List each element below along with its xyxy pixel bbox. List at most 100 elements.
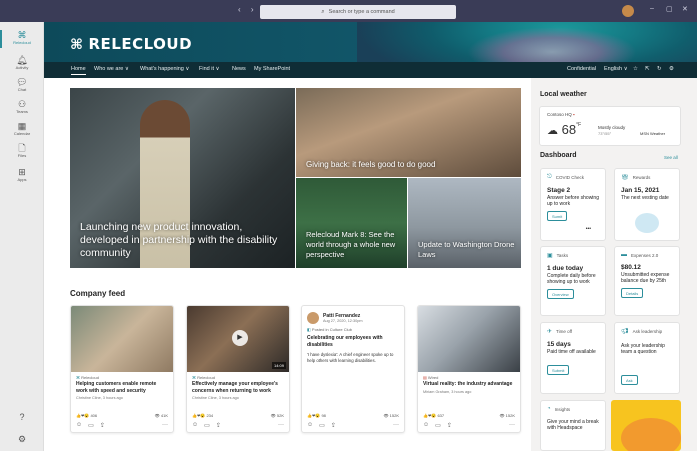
- help-button[interactable]: ?: [0, 412, 44, 422]
- feed-card[interactable]: ⌘ Relecloud Helping customers enable rem…: [70, 305, 174, 433]
- history-nav[interactable]: ‹ ›: [238, 5, 258, 14]
- tile-covid-check[interactable]: ⎋ COVID Check Stage 2 Answer before showi…: [540, 168, 606, 241]
- share-icon[interactable]: ⇪: [447, 422, 452, 429]
- more-icon[interactable]: ···: [393, 422, 399, 429]
- insights-icon: ◔: [547, 406, 551, 412]
- card-title[interactable]: Celebrating our employees with disabilit…: [307, 335, 399, 348]
- comment-icon[interactable]: ▭: [319, 422, 325, 429]
- file-icon: 🗋: [18, 143, 26, 153]
- comment-icon[interactable]: ▭: [435, 422, 441, 429]
- chat-icon: 💬︎: [16, 77, 28, 87]
- tile-header: 📢︎ Ask leadership: [621, 328, 673, 335]
- card-reactions: 👍❤😮 234: [192, 413, 213, 418]
- headspace-illustration[interactable]: [611, 400, 681, 451]
- tile-text: The next vesting date: [621, 195, 669, 201]
- hero-main[interactable]: Launching new product innovation, develo…: [70, 88, 295, 268]
- tile-button[interactable]: Sumit: [547, 211, 568, 221]
- share-icon[interactable]: ⇪: [100, 422, 105, 429]
- rail-item-chat[interactable]: 💬︎ Chat: [0, 77, 44, 92]
- tile-header: ⎋ COVID Check: [547, 174, 599, 181]
- card-video[interactable]: ▶ 14:09: [187, 306, 289, 372]
- rail-item-teams[interactable]: ⚇ Teams: [0, 99, 44, 114]
- share-icon[interactable]: ⇪: [331, 422, 336, 429]
- card-views: 👁 52K: [271, 413, 284, 418]
- tasks-icon: ▣: [547, 253, 553, 259]
- video-duration: 14:09: [271, 362, 286, 369]
- nav-whats-happening[interactable]: What's happening ∨: [140, 66, 189, 72]
- tile-expenses[interactable]: ▬ Expenses 2.0 $80.12 Unsubmitted expense…: [614, 246, 680, 316]
- rail-item-files[interactable]: 🗋 Files: [0, 143, 44, 158]
- close-icon[interactable]: ✕: [682, 5, 688, 13]
- language-select[interactable]: English ∨: [604, 66, 628, 72]
- rail-item-calendar[interactable]: ▦ Calendar: [0, 121, 44, 136]
- nav-news[interactable]: News: [232, 66, 246, 72]
- react-icon[interactable]: ☺: [76, 422, 82, 429]
- react-icon[interactable]: ☺: [192, 422, 198, 429]
- more-icon[interactable]: •••: [586, 226, 591, 232]
- avatar[interactable]: [622, 5, 634, 17]
- nav-who-we-are[interactable]: Who we are ∨: [94, 66, 129, 72]
- react-icon[interactable]: ☺: [423, 422, 429, 429]
- share-icon[interactable]: ⇱: [645, 66, 650, 72]
- sensitivity-label[interactable]: Confidential: [567, 66, 596, 72]
- view-count: 52K: [276, 413, 284, 418]
- play-icon[interactable]: ▶: [232, 330, 248, 346]
- nav-find-it[interactable]: Find it ∨: [199, 66, 220, 72]
- see-all-link[interactable]: See all: [664, 155, 678, 160]
- feed-card[interactable]: Patti Fernandez Aug 27, 2020, 12:30pm ◧ P…: [301, 305, 405, 433]
- rail-item-apps[interactable]: ⊞ Apps: [0, 167, 44, 182]
- card-stats: 👍❤😮 406 👁 41K: [76, 413, 168, 418]
- tile-text: Paid time off available: [547, 349, 596, 355]
- tile-time-off[interactable]: ✈ Time off 15 days Paid time off availabl…: [540, 322, 606, 394]
- nav-my-sharepoint[interactable]: My SharePoint: [254, 66, 290, 72]
- card-actions: ☺ ▭ ⇪ ···: [76, 422, 168, 429]
- feed-card[interactable]: ▤ Wired Virtual reality: the industry ad…: [417, 305, 521, 433]
- hero-bottom-left-caption: Relecloud Mark 8: See the world through …: [306, 230, 396, 259]
- nav-home[interactable]: Home: [71, 66, 86, 75]
- rail-label: Chat: [17, 87, 27, 92]
- site-logo[interactable]: ⌘ RELECLOUD: [70, 35, 192, 53]
- more-icon[interactable]: ···: [509, 422, 515, 429]
- tile-button[interactable]: Details: [621, 288, 644, 298]
- bell-icon: 🔔︎: [16, 55, 28, 65]
- feed-card[interactable]: ▶ 14:09 ⌘ Relecloud Effectively manage y…: [186, 305, 290, 433]
- rail-item-relecloud[interactable]: ⌘ Relecloud: [0, 30, 44, 48]
- tile-tasks[interactable]: ▣ Tasks 1 due today Complete daily before…: [540, 246, 606, 316]
- tile-button[interactable]: Submit: [547, 365, 570, 375]
- weather-card[interactable]: Contoso HQ ▪ ☁ 68°F Mostly cloudy 73°/55…: [539, 106, 681, 146]
- star-icon[interactable]: ☆: [633, 66, 638, 72]
- tile-button[interactable]: Overview: [547, 289, 574, 299]
- comment-icon[interactable]: ▭: [88, 422, 94, 429]
- card-source-label: Relecloud: [81, 375, 99, 380]
- tile-value: $80.12: [621, 264, 641, 271]
- tile-insights[interactable]: ◔ Insights Give your mind a break with He…: [540, 400, 606, 451]
- minimize-icon[interactable]: –: [650, 5, 654, 12]
- tile-rewards[interactable]: 🎁︎ Rewards Jan 15, 2021 The next vesting …: [614, 168, 680, 241]
- tile-ask-leadership[interactable]: 📢︎ Ask leadership Ask your leadership tea…: [614, 322, 680, 394]
- search-box[interactable]: ⌕ Search or type a command: [260, 5, 456, 19]
- weather-title: Local weather: [540, 91, 587, 98]
- card-poster: Patti Fernandez Aug 27, 2020, 12:30pm: [307, 312, 399, 324]
- hero-top-right[interactable]: Giving back: it feels good to do good: [296, 88, 521, 177]
- maximize-icon[interactable]: ▢: [666, 5, 673, 13]
- card-title[interactable]: Effectively manage your employee's conce…: [192, 381, 284, 394]
- react-icon[interactable]: ☺: [307, 422, 313, 429]
- settings-icon[interactable]: ⚙: [669, 66, 674, 72]
- rail-label: Apps: [17, 177, 27, 182]
- share-icon[interactable]: ⇪: [216, 422, 221, 429]
- more-icon[interactable]: ···: [162, 422, 168, 429]
- more-icon[interactable]: ···: [278, 422, 284, 429]
- comment-icon[interactable]: ▭: [204, 422, 210, 429]
- tile-app: Insights: [554, 406, 571, 412]
- card-title[interactable]: Helping customers enable remote work wit…: [76, 381, 168, 394]
- rail-item-activity[interactable]: 🔔︎ Activity: [0, 55, 44, 70]
- refresh-icon[interactable]: ↻: [657, 66, 662, 72]
- hero-bottom-right[interactable]: Update to Washington Drone Laws: [408, 178, 521, 268]
- news-icon: ▤: [423, 375, 427, 380]
- tile-button[interactable]: Ask: [621, 375, 638, 385]
- settings-button[interactable]: ⚙: [0, 434, 44, 444]
- hero-bottom-left[interactable]: Relecloud Mark 8: See the world through …: [296, 178, 407, 268]
- group-icon: ◧: [307, 327, 311, 332]
- card-title[interactable]: Virtual reality: the industry advantage: [423, 381, 515, 388]
- card-reactions: 👍❤😮 406: [76, 413, 97, 418]
